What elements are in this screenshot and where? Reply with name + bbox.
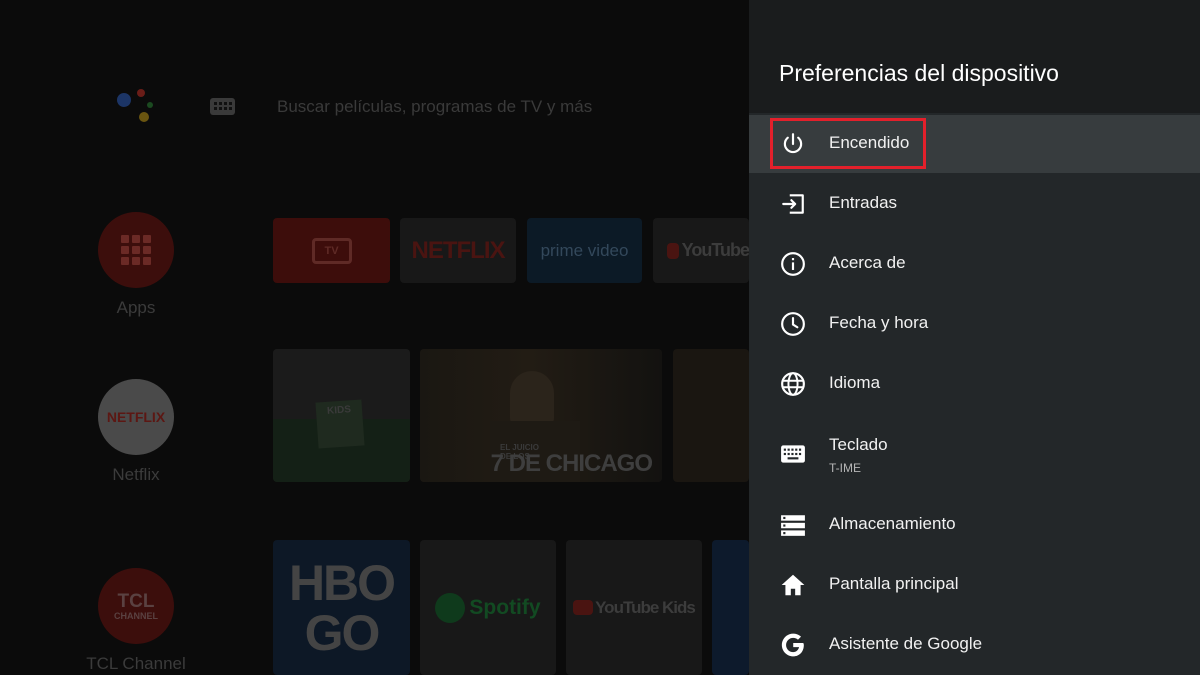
- menu-item-label: Acerca de: [829, 253, 906, 272]
- tile-spotify[interactable]: Spotify: [420, 540, 556, 675]
- menu-item-label: Entradas: [829, 193, 898, 212]
- apps-label: Apps: [116, 298, 156, 317]
- google-icon: [781, 633, 804, 657]
- input-icon: [782, 194, 804, 214]
- youtube-kids-play-icon: [573, 600, 594, 615]
- netflix-logo: NETFLIX: [98, 379, 174, 455]
- tcl-channel-shortcut[interactable]: TCL CHANNEL TCL Channel: [86, 568, 186, 673]
- info-icon: [781, 252, 805, 276]
- menu-item-fecha-y-hora[interactable]: Fecha y hora: [749, 295, 1200, 353]
- menu-item-label: Asistente de Google: [829, 634, 983, 653]
- selection-highlight-box: [770, 118, 926, 169]
- youtube-play-icon: [667, 242, 679, 259]
- menu-item-entradas[interactable]: Entradas: [749, 175, 1200, 233]
- spotify-icon: [435, 592, 466, 623]
- search-bar[interactable]: Buscar películas, programas de TV y más: [277, 97, 592, 117]
- device-preferences-panel: Preferencias del dispositivo Encendido E…: [749, 0, 1200, 675]
- menu-item-label: Teclado: [829, 435, 888, 454]
- menu-item-sublabel: T-IME: [829, 461, 861, 475]
- keyboard-icon[interactable]: [210, 98, 235, 115]
- apps-shortcut[interactable]: Apps: [98, 212, 174, 317]
- tcl-channel-logo: TCL CHANNEL: [98, 568, 174, 644]
- tcl-channel-label: TCL Channel: [86, 654, 186, 673]
- menu-item-label: Fecha y hora: [829, 313, 929, 332]
- tile-movistar[interactable]: [712, 540, 749, 675]
- menu-item-pantalla-principal[interactable]: Pantalla principal: [749, 556, 1200, 614]
- clock-icon: [781, 312, 805, 336]
- menu-item-idioma[interactable]: Idioma: [749, 355, 1200, 413]
- menu-item-label: Idioma: [829, 373, 881, 392]
- tile-netflix[interactable]: NETFLIX: [400, 218, 516, 283]
- netflix-label: Netflix: [112, 465, 160, 484]
- menu-item-teclado[interactable]: Teclado T-IME: [749, 415, 1200, 485]
- tile-prime-video[interactable]: prime video: [527, 218, 642, 283]
- menu-item-label: Pantalla principal: [829, 574, 959, 593]
- storage-icon: [781, 515, 805, 536]
- panel-title: Preferencias del dispositivo: [779, 60, 1059, 86]
- netflix-shortcut[interactable]: NETFLIX Netflix: [98, 379, 174, 484]
- home-screen: Buscar películas, programas de TV y más …: [0, 0, 749, 675]
- tile-youtube-kids[interactable]: YouTube Kids: [566, 540, 702, 675]
- tile-netflix-kids[interactable]: KIDS: [273, 349, 410, 482]
- google-assistant-icon[interactable]: [114, 87, 158, 127]
- tile-netflix-show[interactable]: [673, 349, 749, 482]
- home-icon: [781, 574, 805, 596]
- globe-icon: [781, 372, 805, 396]
- tile-hbo-go[interactable]: HBO GO: [273, 540, 410, 675]
- menu-item-acerca-de[interactable]: Acerca de: [749, 235, 1200, 293]
- tv-icon: TV: [311, 237, 352, 264]
- tile-youtube[interactable]: YouTube: [653, 218, 749, 283]
- tile-tv[interactable]: TV: [273, 218, 390, 283]
- tile-chicago-7[interactable]: EL JUICIO DE LOS 7 DE CHICAGO: [420, 349, 662, 482]
- menu-item-label: Almacenamiento: [829, 514, 956, 533]
- keyboard-icon: [781, 445, 805, 463]
- kids-logo: KIDS: [315, 399, 365, 449]
- menu-item-almacenamiento[interactable]: Almacenamiento: [749, 496, 1200, 554]
- panel-header: Preferencias del dispositivo: [749, 0, 1200, 113]
- menu-item-asistente-de-google[interactable]: Asistente de Google: [749, 616, 1200, 674]
- apps-grid-icon: [98, 212, 174, 288]
